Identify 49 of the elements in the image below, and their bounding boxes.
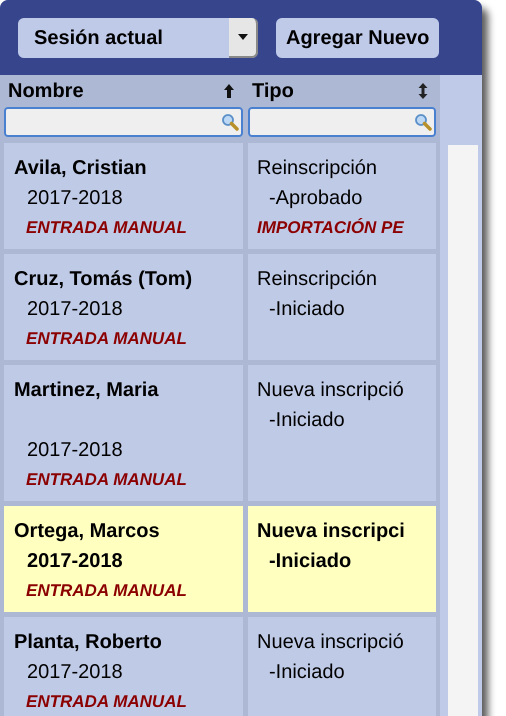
table-cell[interactable]: Reinscripción -Aprobado IMPORTACIÓN PE	[248, 143, 436, 249]
school-year: 2017-2018	[26, 660, 124, 685]
enrollment-status: -Iniciado	[268, 660, 346, 685]
enrollment-status: -Iniciado	[268, 549, 352, 574]
notice-label: IMPORTACIÓN PE	[257, 217, 405, 239]
enrollment-type: Reinscripción	[257, 267, 378, 292]
student-name: Martinez, Maria	[14, 378, 160, 403]
table-cell[interactable]: Avila, Cristian 2017-2018 ENTRADA MANUAL	[4, 143, 243, 249]
table-cell[interactable]: Cruz, Tomás (Tom) 2017-2018 ENTRADA MANUAL	[4, 254, 243, 360]
enrollment-status: -Iniciado	[268, 297, 346, 322]
table-cell[interactable]: Planta, Roberto 2017-2018 ENTRADA MANUAL	[4, 617, 243, 716]
source-label: ENTRADA MANUAL	[25, 580, 188, 602]
search-icon	[414, 113, 432, 131]
source-label: ENTRADA MANUAL	[25, 328, 188, 350]
source-label: ENTRADA MANUAL	[25, 691, 188, 713]
select-value: Sesión actual	[34, 26, 163, 50]
add-new-button[interactable]: Agregar Nuevo	[276, 18, 440, 58]
up-down-arrow-icon[interactable]	[418, 83, 428, 99]
school-year: 2017-2018	[26, 549, 124, 574]
enrollment-type: Nueva inscripció	[257, 630, 405, 655]
table-cell[interactable]: Martinez, Maria 2017-2018 ENTRADA MANUAL	[4, 365, 243, 501]
source-label: ENTRADA MANUAL	[25, 217, 188, 239]
search-icon	[221, 113, 239, 131]
up-arrow-icon[interactable]	[223, 83, 235, 99]
enrollment-status: -Aprobado	[268, 186, 364, 211]
table-cell[interactable]: Nueva inscripció -Iniciado	[248, 365, 436, 501]
source-label: ENTRADA MANUAL	[25, 469, 188, 491]
dropdown-button[interactable]	[229, 18, 258, 58]
school-year: 2017-2018	[26, 438, 124, 463]
column-header[interactable]: Tipo	[252, 76, 294, 106]
student-name: Cruz, Tomás (Tom)	[14, 267, 194, 292]
table-cell[interactable]: Reinscripción -Iniciado	[248, 254, 436, 360]
enrollment-status: -Iniciado	[268, 408, 346, 433]
enrollment-type: Nueva inscripci	[257, 519, 406, 544]
search-field[interactable]	[4, 107, 243, 137]
session-select[interactable]: Sesión actual	[18, 18, 258, 58]
student-name: Avila, Cristian	[14, 156, 148, 181]
caret-icon	[238, 34, 248, 40]
student-name: Planta, Roberto	[14, 630, 163, 655]
table-cell[interactable]: Nueva inscripció -Iniciado	[248, 617, 436, 716]
student-name: Ortega, Marcos	[14, 519, 161, 544]
table-cell[interactable]: Ortega, Marcos 2017-2018 ENTRADA MANUAL	[4, 506, 243, 612]
table-cell[interactable]: Nueva inscripci -Iniciado	[248, 506, 436, 612]
enrollment-type: Reinscripción	[257, 156, 378, 181]
enrollment-type: Nueva inscripció	[257, 378, 405, 403]
search-field[interactable]	[248, 107, 436, 137]
school-year: 2017-2018	[26, 186, 124, 211]
school-year: 2017-2018	[26, 297, 124, 322]
column-header[interactable]: Nombre	[8, 76, 84, 106]
